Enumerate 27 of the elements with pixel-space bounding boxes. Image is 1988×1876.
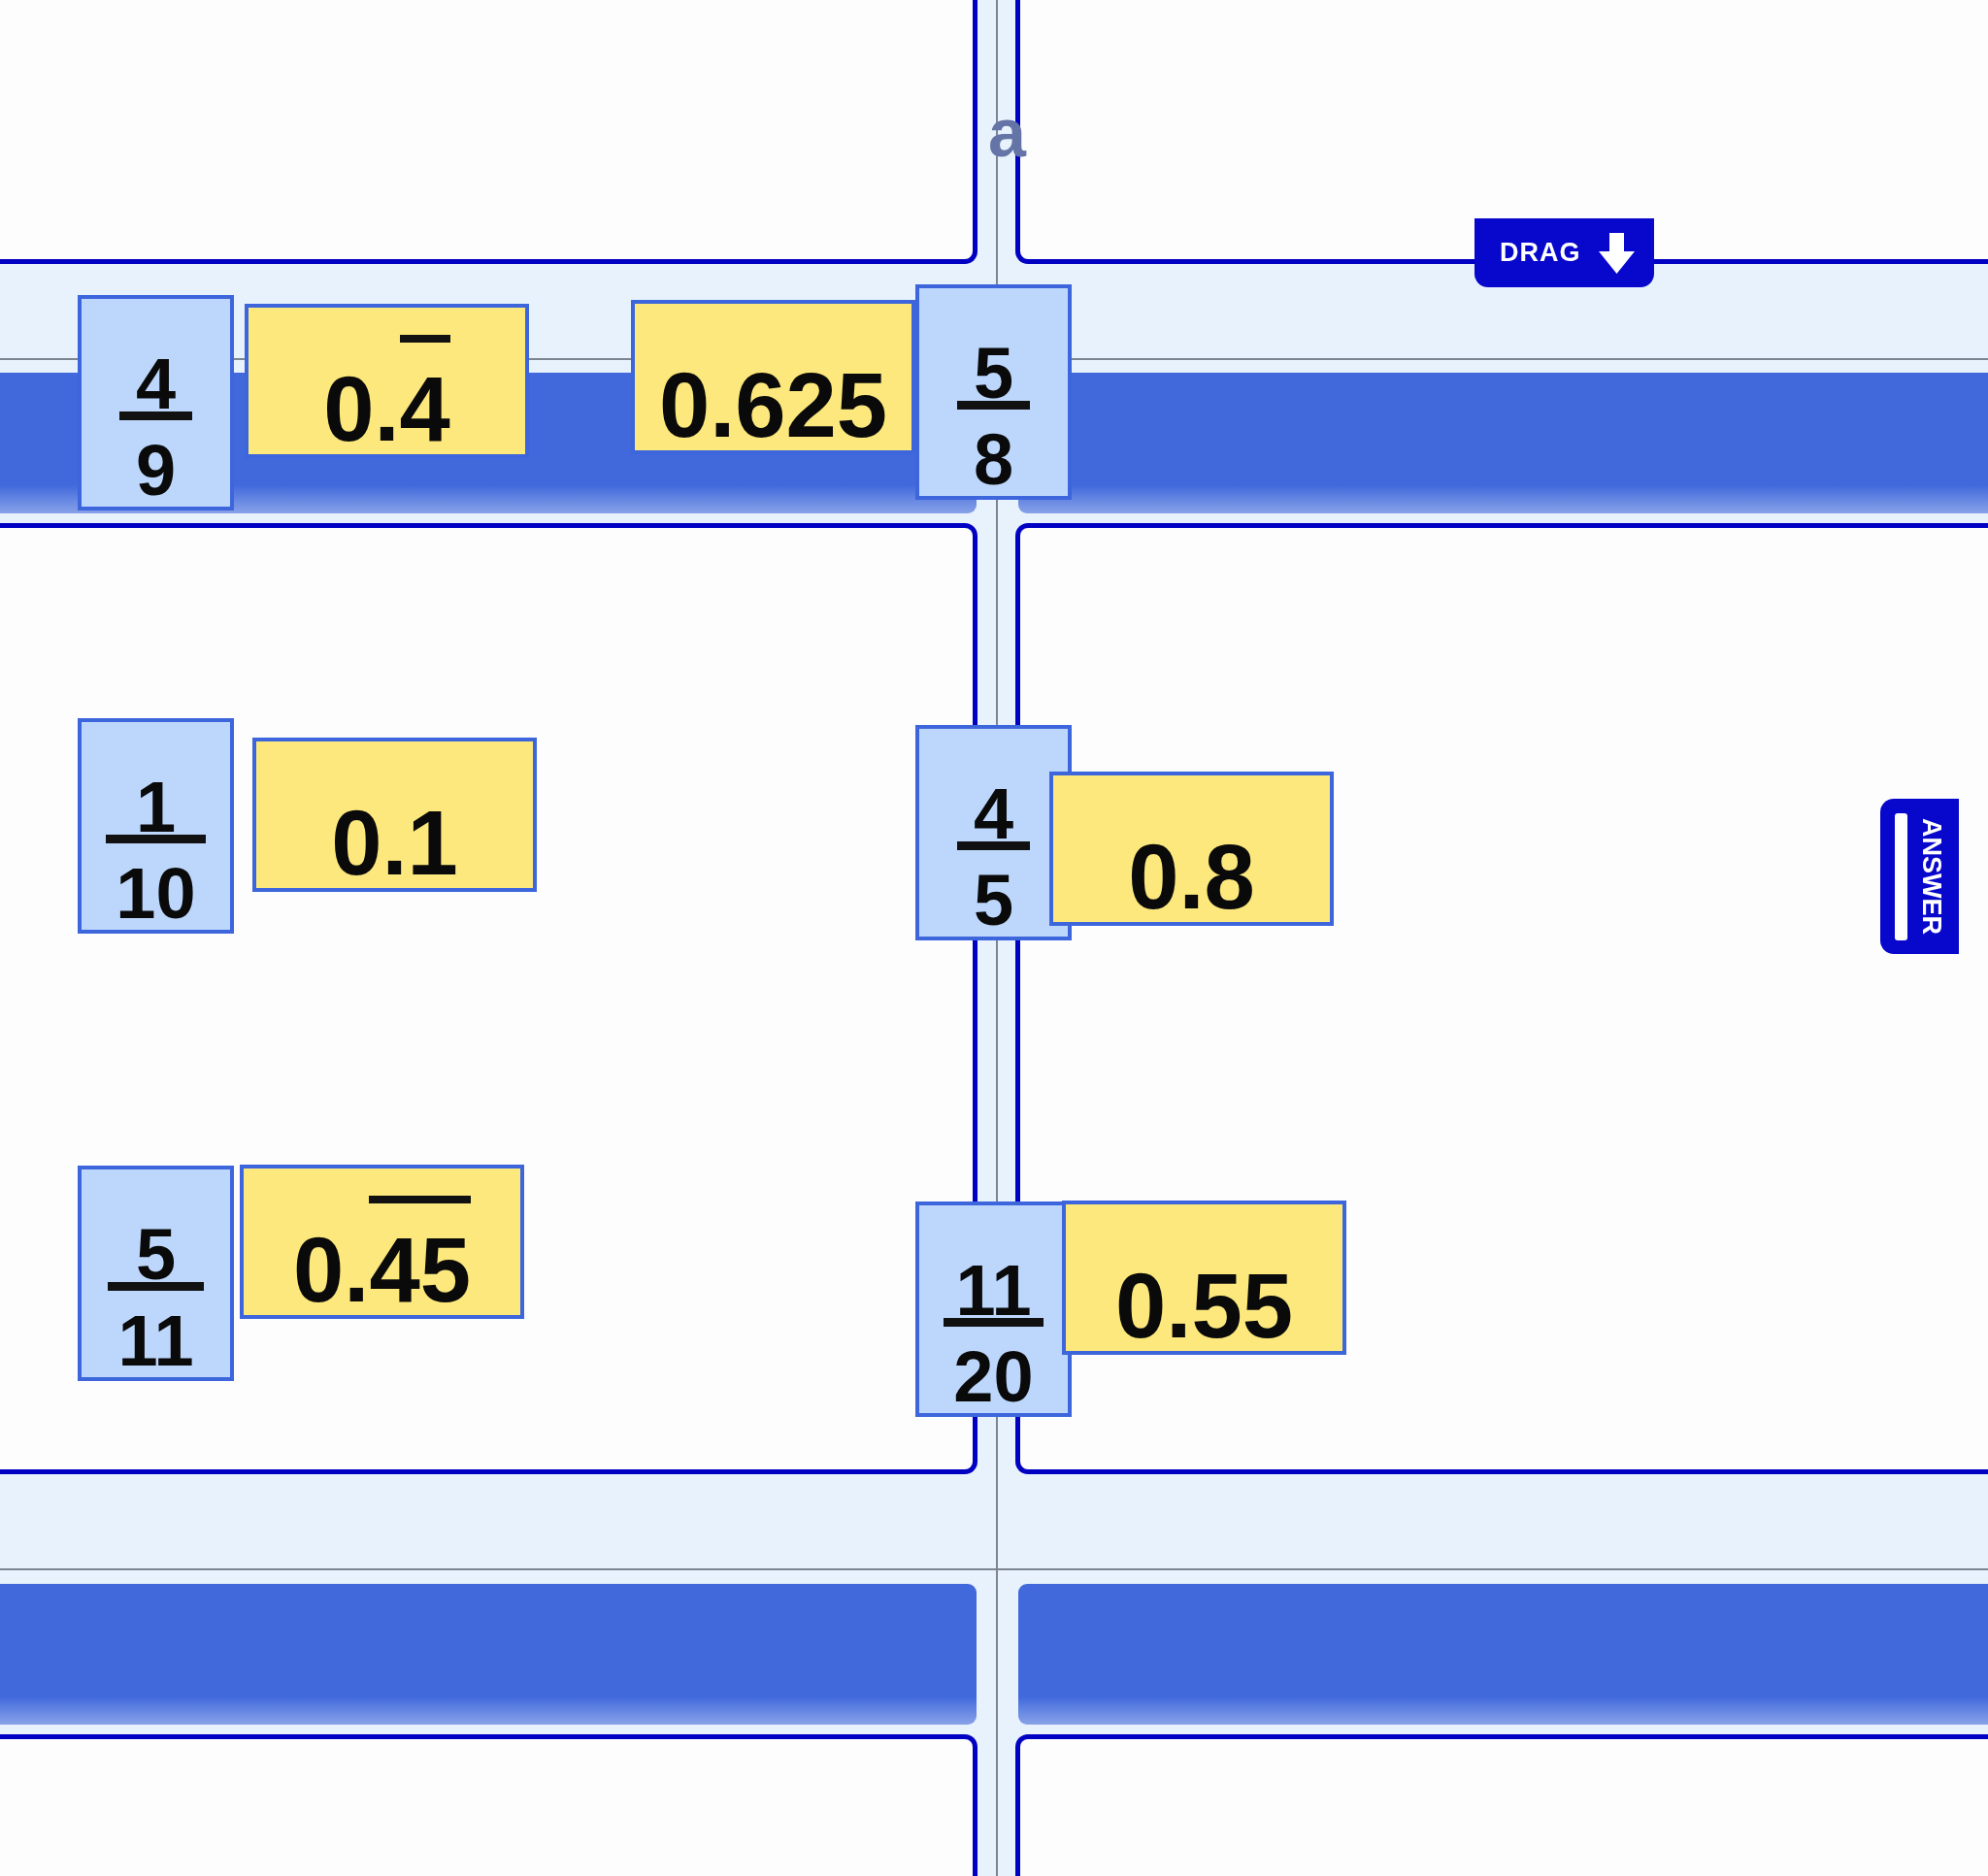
denominator: 11: [116, 1313, 195, 1367]
denominator: 5: [972, 872, 1015, 927]
down-arrow-icon: [1598, 232, 1635, 274]
denominator: 20: [952, 1349, 1035, 1403]
decimal-tile[interactable]: 0.625: [631, 300, 915, 454]
numerator: 4: [134, 357, 178, 411]
fraction-tile[interactable]: 4 9: [78, 295, 234, 510]
fraction-tile[interactable]: 5 11: [78, 1166, 234, 1381]
numerator: 11: [954, 1264, 1033, 1318]
decimal-tile[interactable]: 0.8: [1049, 772, 1334, 926]
numerator: 1: [134, 780, 178, 835]
numerator: 5: [134, 1228, 178, 1282]
numerator: 5: [972, 346, 1015, 401]
denominator: 10: [115, 866, 197, 920]
denominator: 9: [134, 443, 178, 497]
fraction-tile[interactable]: 11 20: [915, 1201, 1072, 1417]
decimal-tile[interactable]: 0.55: [1062, 1201, 1346, 1355]
decimal-tile[interactable]: 0.45: [240, 1165, 524, 1319]
drag-tab[interactable]: DRAG: [1474, 218, 1654, 287]
slot-icon: [1895, 812, 1907, 940]
decimal-tile[interactable]: 0.4: [245, 304, 529, 458]
numerator: 4: [972, 787, 1015, 841]
fraction-tile[interactable]: 5 8: [915, 284, 1072, 500]
denominator: 8: [972, 432, 1015, 486]
decimal-tile[interactable]: 0.1: [252, 738, 537, 892]
fraction-tile[interactable]: 1 10: [78, 718, 234, 934]
answer-tab[interactable]: ANSWER: [1880, 799, 1959, 954]
